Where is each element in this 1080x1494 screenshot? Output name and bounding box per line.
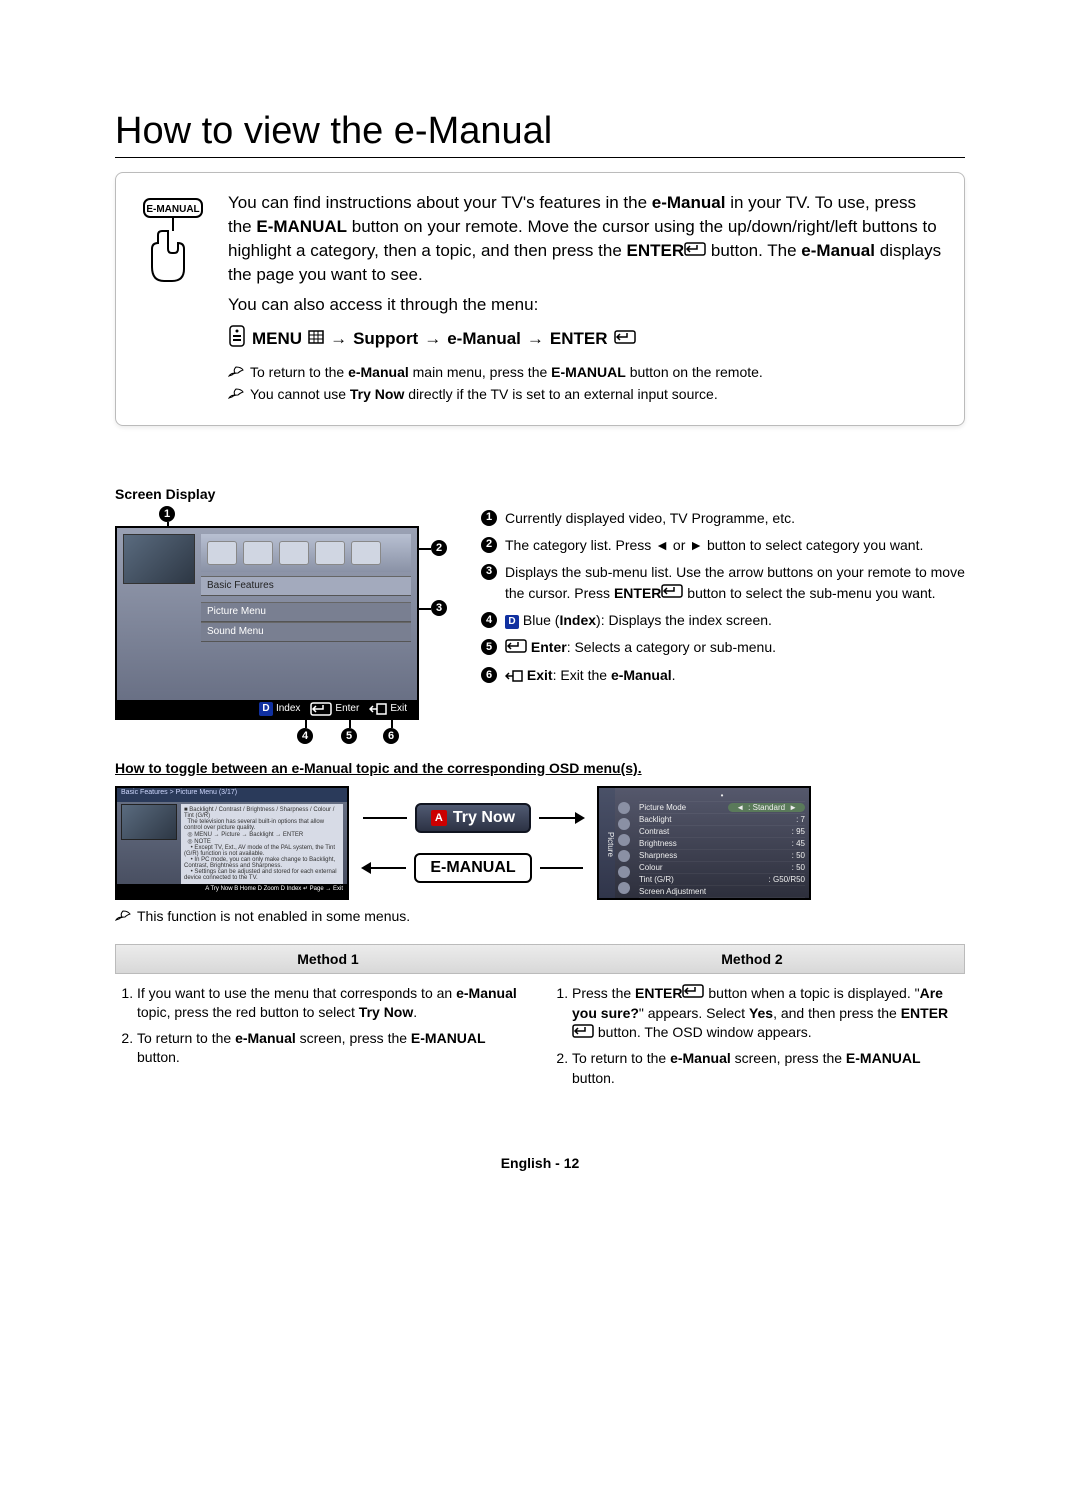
method2-col: Press the ENTER button when a topic is d… — [550, 984, 965, 1095]
tv-frame: Basic Features Picture Menu Sound Menu D… — [115, 526, 419, 720]
intro-access-line: You can also access it through the menu: — [228, 293, 942, 317]
note-icon — [115, 908, 131, 924]
emanual-hand-icon: E-MANUAL — [138, 191, 208, 407]
m1-step2: To return to the e-Manual screen, press … — [137, 1029, 530, 1068]
m2-step1: Press the ENTER button when a topic is d… — [572, 984, 965, 1044]
tv-category-row — [201, 534, 411, 572]
tv-footer: D Index Enter Exit — [117, 700, 417, 718]
intro-paragraph: You can find instructions about your TV'… — [228, 191, 942, 287]
callout-5: 5 — [341, 728, 357, 744]
methods-header: Method 1 Method 2 — [115, 944, 965, 974]
legend-1: Currently displayed video, TV Programme,… — [505, 508, 795, 529]
legend-list: 1Currently displayed video, TV Programme… — [481, 508, 965, 693]
enter-icon — [614, 327, 636, 351]
enter-icon — [684, 239, 706, 263]
tv-tab-basic: Basic Features — [201, 576, 411, 596]
toggle-diagram: Basic Features > Picture Menu (3/17) ■ B… — [115, 786, 965, 900]
intro-box: E-MANUAL You can find instructions about… — [115, 172, 965, 426]
emanual-thumb: Basic Features > Picture Menu (3/17) ■ B… — [115, 786, 349, 900]
page-footer: English - 12 — [115, 1155, 965, 1171]
m1-step1: If you want to use the menu that corresp… — [137, 984, 530, 1023]
menu-grid-icon — [308, 327, 324, 351]
osd-thumb: Picture • Picture Mode◄ : Standard ► Bac… — [597, 786, 811, 900]
remote-icon — [228, 325, 246, 354]
note-return: To return to the e-Manual main menu, pre… — [228, 363, 942, 383]
note-icon — [228, 385, 244, 405]
screen-display-figure: 1 Basic Features Picture Menu Sound Menu… — [115, 508, 445, 720]
try-now-button[interactable]: ATry Now — [415, 803, 531, 833]
screen-display-label: Screen Display — [115, 486, 965, 502]
legend-6: Exit: Exit the e-Manual. — [505, 665, 676, 686]
note-icon — [228, 363, 244, 383]
callout-4: 4 — [297, 728, 313, 744]
menu-path: MENU → Support → e-Manual → ENTER — [228, 325, 942, 354]
toggle-note: This function is not enabled in some men… — [115, 908, 965, 924]
note-trynow: You cannot use Try Now directly if the T… — [228, 385, 942, 405]
tv-preview-thumb — [123, 534, 195, 584]
callout-6: 6 — [383, 728, 399, 744]
legend-3: Displays the sub-menu list. Use the arro… — [505, 562, 965, 605]
legend-5: Enter: Selects a category or sub-menu. — [505, 637, 776, 659]
callout-1: 1 — [159, 506, 175, 522]
tv-tab-picture: Picture Menu — [201, 602, 411, 622]
callout-2: 2 — [431, 540, 447, 556]
tv-tab-sound: Sound Menu — [201, 622, 411, 642]
legend-2: The category list. Press ◄ or ► button t… — [505, 535, 923, 556]
method2-header: Method 2 — [540, 945, 964, 973]
emanual-button[interactable]: E-MANUAL — [414, 853, 531, 883]
page-title: How to view the e-Manual — [115, 110, 965, 158]
svg-text:E-MANUAL: E-MANUAL — [146, 204, 199, 215]
m2-step2: To return to the e-Manual screen, press … — [572, 1049, 965, 1088]
method1-header: Method 1 — [116, 945, 540, 973]
method1-col: If you want to use the menu that corresp… — [115, 984, 530, 1095]
legend-4: D Blue (Index): Displays the index scree… — [505, 610, 772, 631]
callout-3: 3 — [431, 600, 447, 616]
toggle-heading: How to toggle between an e-Manual topic … — [115, 760, 965, 776]
